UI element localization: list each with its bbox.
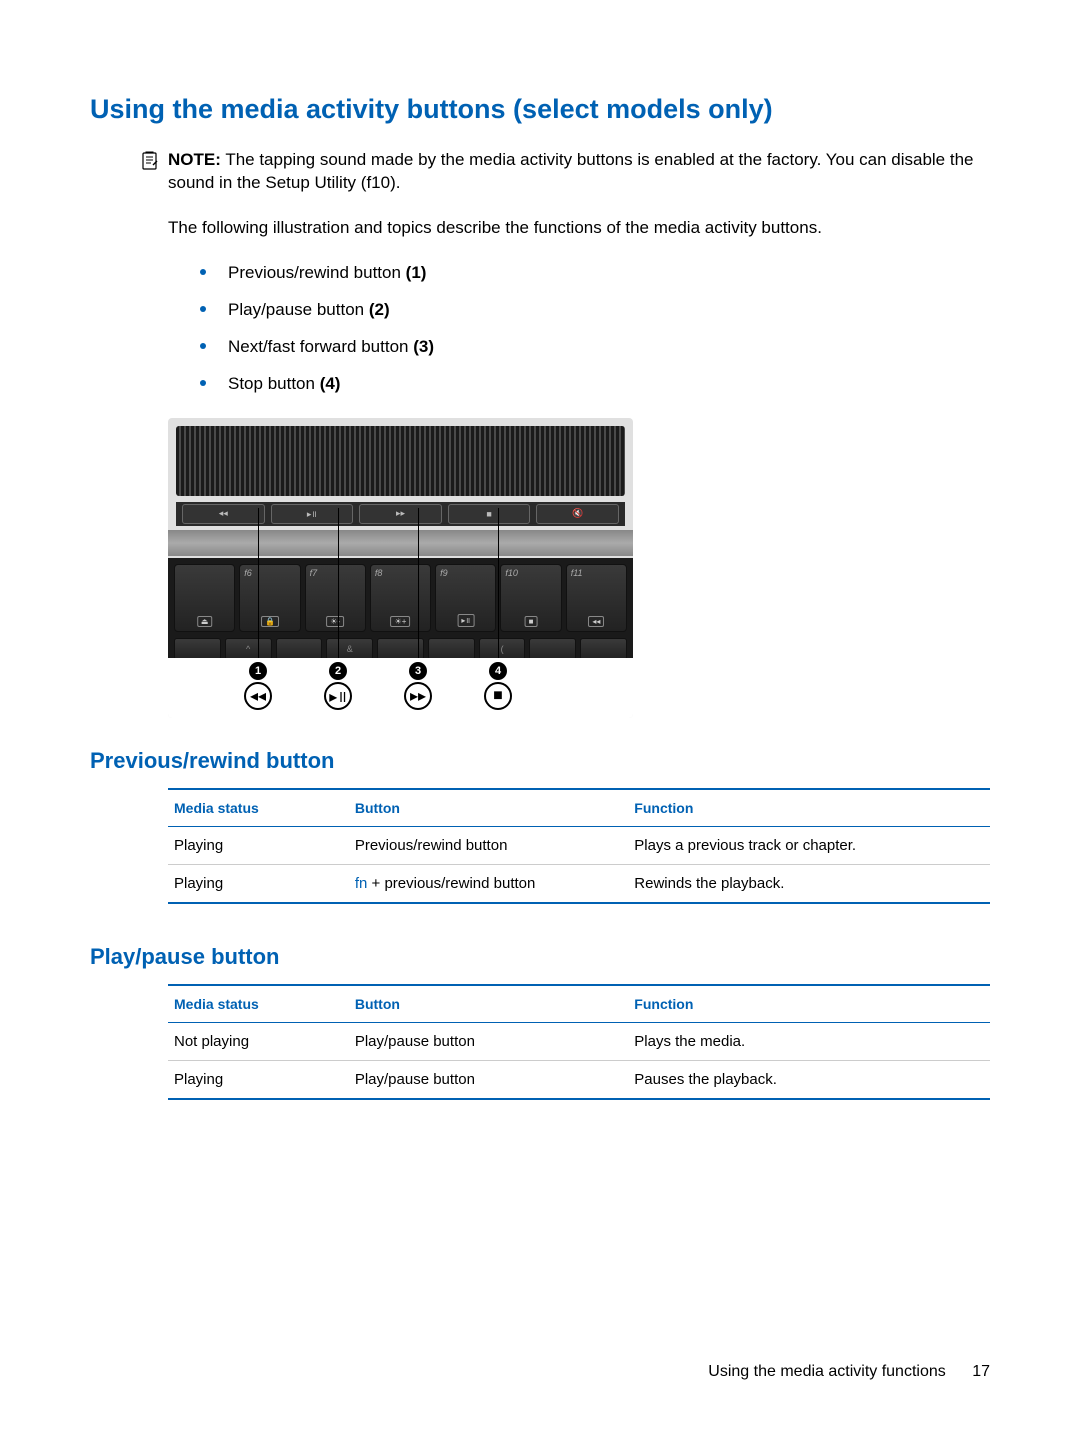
key-f9: f9▸॥ xyxy=(435,564,496,632)
table-header: Function xyxy=(628,985,990,1023)
key-f6: f6🔒 xyxy=(239,564,300,632)
table-header: Button xyxy=(349,985,628,1023)
table-header: Media status xyxy=(168,985,349,1023)
note-text: The tapping sound made by the media acti… xyxy=(168,150,974,192)
callout-number: 1 xyxy=(249,662,267,680)
section-heading-play-pause: Play/pause button xyxy=(90,944,990,970)
callout-4: 4 ■ xyxy=(498,508,499,658)
table-cell: Playing xyxy=(168,1060,349,1099)
table-cell: Previous/rewind button xyxy=(349,826,628,864)
media-button-bar: ◂◂ ▸॥ ▸▸ ■ 🔇 xyxy=(176,502,625,526)
table-cell: Plays the media. xyxy=(628,1022,990,1060)
key-f10: f10■ xyxy=(500,564,561,632)
hinge-strip xyxy=(168,530,633,556)
table-cell: fn + previous/rewind button xyxy=(349,864,628,903)
keyboard-illustration: ◂◂ ▸॥ ▸▸ ■ 🔇 ⏏ f6🔒 f7☀- f8☀+ f9▸॥ f10■ f… xyxy=(168,418,633,718)
key-eject: ⏏ xyxy=(174,564,235,632)
table-row: Playing fn + previous/rewind button Rewi… xyxy=(168,864,990,903)
section-heading-prev-rewind: Previous/rewind button xyxy=(90,748,990,774)
table-cell: Plays a previous track or chapter. xyxy=(628,826,990,864)
table-header: Media status xyxy=(168,789,349,827)
bullet-item: Previous/rewind button (1) xyxy=(200,262,990,285)
table-cell: Play/pause button xyxy=(349,1022,628,1060)
prev-rewind-icon: ◂◂ xyxy=(182,504,265,524)
speaker-grille xyxy=(176,426,625,496)
play-pause-table: Media status Button Function Not playing… xyxy=(168,984,990,1100)
page-footer: Using the media activity functions 17 xyxy=(708,1363,990,1381)
play-pause-icon: ▸॥ xyxy=(271,504,354,524)
table-cell: Rewinds the playback. xyxy=(628,864,990,903)
key-f8: f8☀+ xyxy=(370,564,431,632)
note-label: NOTE: xyxy=(168,150,221,169)
number-key-row: ^ & ( xyxy=(168,638,633,660)
next-ff-icon: ▸▸ xyxy=(359,504,442,524)
page-number: 17 xyxy=(972,1363,990,1380)
callout-number: 2 xyxy=(329,662,347,680)
table-header: Function xyxy=(628,789,990,827)
prev-rewind-table: Media status Button Function Playing Pre… xyxy=(168,788,990,904)
play-pause-icon: ▸॥ xyxy=(324,682,352,710)
table-cell: Play/pause button xyxy=(349,1060,628,1099)
note-icon xyxy=(140,151,160,178)
callout-3: 3 ▸▸ xyxy=(418,508,419,658)
key-f7: f7☀- xyxy=(305,564,366,632)
table-row: Not playing Play/pause button Plays the … xyxy=(168,1022,990,1060)
stop-icon: ■ xyxy=(448,504,531,524)
bullet-item: Stop button (4) xyxy=(200,373,990,396)
table-cell: Playing xyxy=(168,864,349,903)
callout-2: 2 ▸॥ xyxy=(338,508,339,658)
stop-icon: ■ xyxy=(484,682,512,710)
table-header: Button xyxy=(349,789,628,827)
next-ff-icon: ▸▸ xyxy=(404,682,432,710)
prev-rewind-icon: ◂◂ xyxy=(244,682,272,710)
table-cell: Pauses the playback. xyxy=(628,1060,990,1099)
key-f11: f11◂◂ xyxy=(566,564,627,632)
callout-1: 1 ◂◂ xyxy=(258,508,259,658)
table-cell: Not playing xyxy=(168,1022,349,1060)
bullet-list: Previous/rewind button (1) Play/pause bu… xyxy=(90,262,990,396)
bullet-item: Next/fast forward button (3) xyxy=(200,336,990,359)
table-cell: Playing xyxy=(168,826,349,864)
table-row: Playing Play/pause button Pauses the pla… xyxy=(168,1060,990,1099)
note-block: NOTE: The tapping sound made by the medi… xyxy=(140,149,990,195)
footer-text: Using the media activity functions xyxy=(708,1363,945,1380)
table-row: Playing Previous/rewind button Plays a p… xyxy=(168,826,990,864)
function-key-row: ⏏ f6🔒 f7☀- f8☀+ f9▸॥ f10■ f11◂◂ xyxy=(168,558,633,638)
bullet-item: Play/pause button (2) xyxy=(200,299,990,322)
mute-icon: 🔇 xyxy=(536,504,619,524)
fn-key-label: fn xyxy=(355,875,368,892)
callout-number: 4 xyxy=(489,662,507,680)
page-heading: Using the media activity buttons (select… xyxy=(90,94,990,125)
intro-paragraph: The following illustration and topics de… xyxy=(168,217,990,240)
callout-number: 3 xyxy=(409,662,427,680)
